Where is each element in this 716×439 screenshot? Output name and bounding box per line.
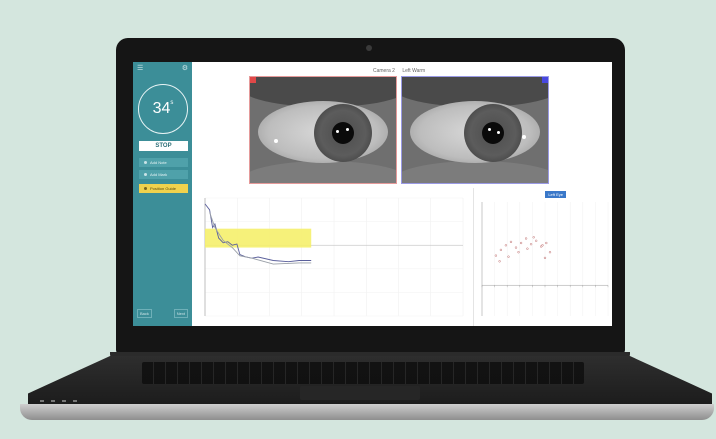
target-icon xyxy=(144,187,147,190)
line-chart-plot xyxy=(204,197,464,317)
stop-button[interactable]: STOP xyxy=(139,141,188,151)
scatter-point xyxy=(499,248,503,252)
keyboard xyxy=(142,362,584,384)
scatter-point xyxy=(545,241,548,245)
scatter-point xyxy=(526,247,529,250)
corneal-glint xyxy=(488,128,491,131)
target-zone-band xyxy=(205,228,312,248)
iris xyxy=(314,104,372,162)
button-label: Add Mark xyxy=(150,172,168,177)
add-mark-button[interactable]: Add Mark xyxy=(139,170,188,179)
reflection xyxy=(274,139,278,143)
eye-color-tag xyxy=(542,77,548,83)
scatter-point xyxy=(524,237,528,240)
settings-icon[interactable]: ⚙ xyxy=(182,65,188,72)
camera-header: Camera 2 Left Warm xyxy=(373,68,431,74)
scatter-point xyxy=(498,260,501,263)
scatter-point xyxy=(507,255,510,258)
corneal-glint xyxy=(336,130,339,133)
marker-icon xyxy=(144,173,147,176)
scatter-chart: Left Eye xyxy=(473,188,612,326)
status-led xyxy=(62,400,66,402)
control-sidebar: ☰ ⚙ 34s STOP Add Note Add Mark Position … xyxy=(133,62,192,326)
scatter-point xyxy=(517,251,520,254)
pupil xyxy=(482,122,504,144)
position-guide-button[interactable]: Position Guide xyxy=(139,184,188,193)
scatter-point xyxy=(519,241,523,245)
webcam xyxy=(366,45,372,51)
lower-eyelid xyxy=(402,161,548,183)
button-label: Position Guide xyxy=(150,186,177,191)
timer-value: 34s xyxy=(152,100,174,117)
button-label: Add Note xyxy=(150,160,167,165)
iris xyxy=(464,104,522,162)
pupil xyxy=(332,122,354,144)
scatter-chart-plot xyxy=(481,202,609,316)
lower-eyelid xyxy=(250,161,396,183)
status-led xyxy=(40,400,44,402)
back-button[interactable]: Back xyxy=(137,309,152,318)
camera-label: Camera 2 xyxy=(373,68,395,74)
scatter-point xyxy=(548,251,552,254)
scatter-point xyxy=(514,246,518,249)
touchpad xyxy=(300,386,420,400)
scatter-point xyxy=(535,239,538,242)
corneal-glint xyxy=(497,131,500,134)
next-button[interactable]: Next xyxy=(173,309,188,318)
status-led xyxy=(73,400,77,402)
corneal-glint xyxy=(346,128,349,131)
timer-dial: 34s xyxy=(138,84,188,134)
status-led xyxy=(51,400,55,402)
scatter-point xyxy=(532,236,535,239)
scatter-point xyxy=(494,254,498,257)
app-screen: ☰ ⚙ 34s STOP Add Note Add Mark Position … xyxy=(133,62,612,326)
right-eye-video xyxy=(249,76,397,184)
menu-icon[interactable]: ☰ xyxy=(137,65,143,72)
left-eye-video xyxy=(401,76,549,184)
status-leds xyxy=(40,400,77,402)
eye-label: Left Warm xyxy=(402,68,426,74)
eye-color-tag xyxy=(250,77,256,83)
plus-icon xyxy=(144,161,147,164)
scatter-point xyxy=(529,243,533,246)
scatter-point xyxy=(504,244,508,247)
response-line-chart xyxy=(195,188,469,326)
laptop-front-edge xyxy=(20,404,714,420)
reflection xyxy=(522,135,526,139)
add-note-button[interactable]: Add Note xyxy=(139,158,188,167)
scatter-point xyxy=(541,244,544,247)
scatter-point xyxy=(509,240,513,244)
